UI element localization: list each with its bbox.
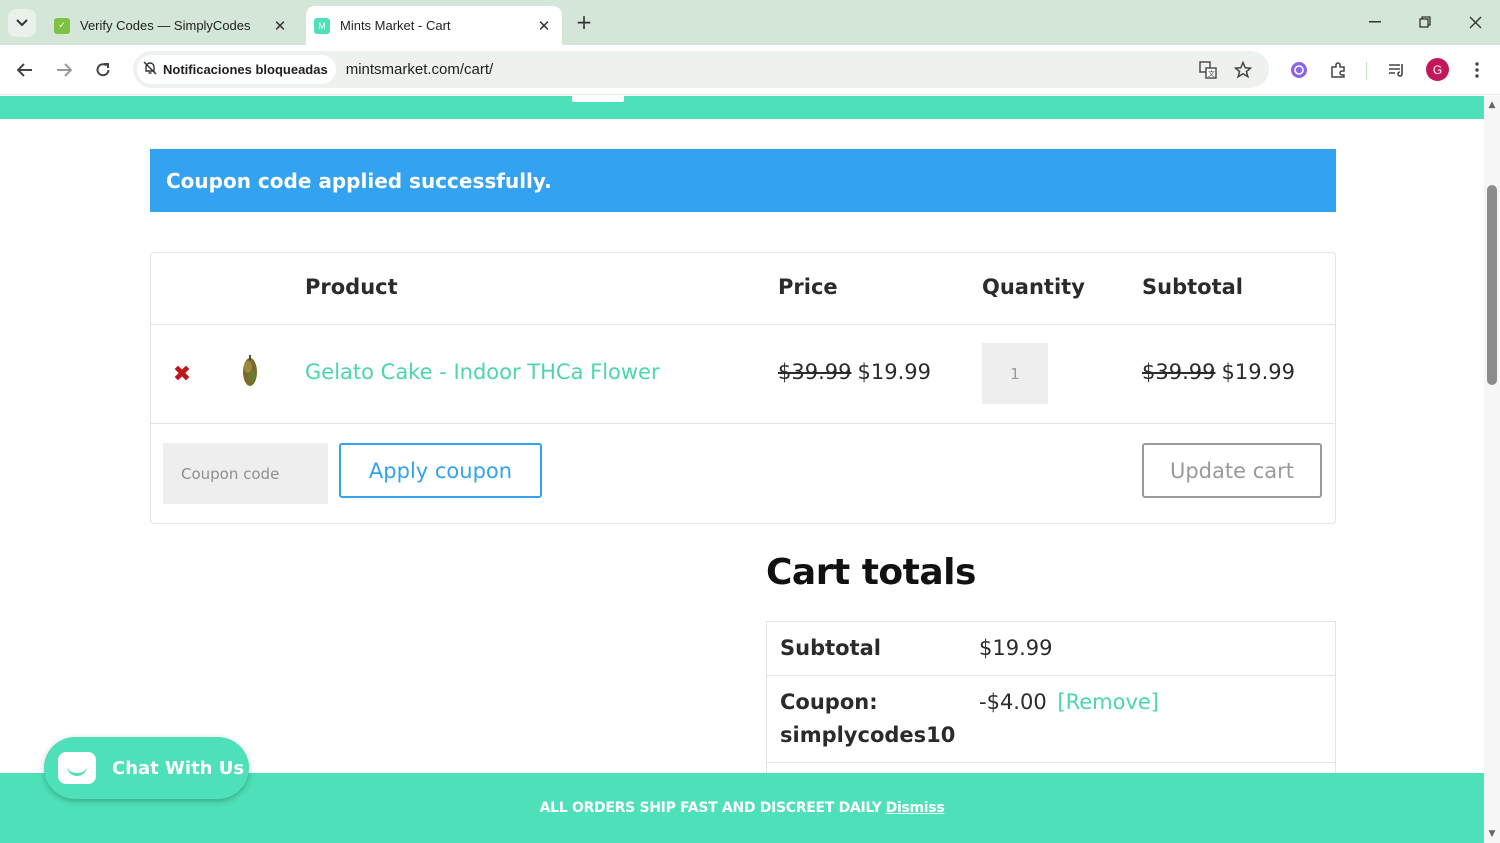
arrow-left-icon [17,63,32,77]
scroll-up-icon[interactable]: ▲ [1484,98,1500,112]
tab-title: Mints Market - Cart [340,18,451,33]
subtotal-label: Subtotal [780,636,881,660]
chat-bubble-icon [58,752,96,784]
item-subtotal: $39.99 $19.99 [1142,360,1295,384]
product-thumbnail[interactable] [239,353,261,389]
scrollbar-thumb[interactable] [1487,185,1497,385]
price-sale: $19.99 [857,360,931,384]
media-controls-icon[interactable] [1385,58,1409,82]
store-notice-text: ALL ORDERS SHIP FAST AND DISCREET DAILY [539,800,882,816]
coupon-label-line1: Coupon: [780,690,878,714]
simplycodes-favicon: ✓ [54,17,70,34]
svg-text:文: 文 [1208,69,1215,78]
minimize-icon [1369,21,1381,23]
coupon-code-input[interactable]: Coupon code [163,443,328,504]
scroll-down-icon[interactable]: ▼ [1484,827,1500,841]
cart-totals-title: Cart totals [766,552,976,593]
notifications-chip-label: Notificaciones bloqueadas [163,62,328,77]
tab-title: Verify Codes — SimplyCodes [80,18,251,33]
page-scrollbar[interactable]: ▲ ▼ [1484,96,1500,843]
arrow-right-icon [57,63,72,77]
more-menu-icon[interactable] [1465,58,1489,82]
tab-search-button[interactable] [8,9,36,37]
divider [767,762,1335,763]
subtotal-value: $19.99 [979,636,1053,660]
url-text[interactable]: mintsmarket.com/cart/ [346,61,494,78]
dismiss-link[interactable]: Dismiss [886,800,945,816]
header-subtotal: Subtotal [1142,275,1243,299]
remove-coupon-link[interactable]: [Remove] [1057,690,1159,714]
star-icon[interactable] [1232,59,1254,81]
address-bar[interactable]: Notificaciones bloqueadas mintsmarket.co… [133,51,1269,88]
restore-button[interactable] [1410,8,1440,36]
page-viewport: Coupon code applied successfully. Produc… [0,96,1484,843]
close-icon[interactable]: ✕ [270,16,290,36]
apply-coupon-button[interactable]: Apply coupon [339,443,542,498]
chat-with-us-button[interactable]: Chat With Us [44,737,249,799]
minimize-button[interactable] [1360,8,1390,36]
product-name-link[interactable]: Gelato Cake - Indoor THCa Flower [305,360,660,384]
header-product: Product [305,275,398,299]
chat-label: Chat With Us [112,757,245,779]
header-price: Price [778,275,838,299]
coupon-discount-value: -$4.00 [979,690,1047,714]
coupon-label: Coupon: simplycodes10 [780,686,955,752]
toolbar-divider [1366,62,1367,80]
remove-item-icon[interactable]: ✖ [171,362,193,387]
update-cart-button[interactable]: Update cart [1142,443,1322,498]
puzzle-icon[interactable] [1327,58,1351,82]
tab-mints-market[interactable]: M Mints Market - Cart ✕ [306,6,562,45]
header-quantity: Quantity [982,275,1085,299]
quantity-input[interactable]: 1 [982,343,1048,404]
bell-off-icon [143,61,157,78]
coupon-success-notice: Coupon code applied successfully. [150,149,1336,212]
extension-simplycodes-icon[interactable] [1287,58,1311,82]
subtotal-original: $39.99 [1142,360,1216,384]
site-logo[interactable] [572,96,624,102]
reload-icon [96,63,110,77]
back-button[interactable] [10,55,40,85]
forward-button[interactable] [49,55,79,85]
browser-toolbar: Notificaciones bloqueadas mintsmarket.co… [0,45,1500,95]
close-icon[interactable]: ✕ [534,16,554,36]
close-window-button[interactable] [1460,8,1490,36]
profile-avatar[interactable]: G [1426,58,1449,81]
notifications-blocked-chip[interactable]: Notificaciones bloqueadas [137,55,336,84]
cart-table: Product Price Quantity Subtotal ✖ Gelato… [150,252,1336,524]
chevron-down-icon [16,19,28,27]
site-header [0,96,1484,119]
new-tab-button[interactable]: + [572,10,596,34]
browser-tab-strip: ✓ Verify Codes — SimplyCodes ✕ M Mints M… [0,0,1500,45]
item-price: $39.99 $19.99 [778,360,931,384]
price-original: $39.99 [778,360,852,384]
coupon-code-name: simplycodes10 [780,723,956,747]
divider [767,675,1335,676]
divider [151,324,1335,325]
restore-icon [1419,16,1431,28]
mints-favicon: M [314,17,330,34]
divider [151,423,1335,424]
tab-simplycodes[interactable]: ✓ Verify Codes — SimplyCodes ✕ [46,6,298,45]
reload-button[interactable] [88,55,118,85]
subtotal-sale: $19.99 [1221,360,1295,384]
close-icon [1469,16,1481,28]
translate-icon[interactable]: 文 [1197,59,1219,81]
coupon-discount: -$4.00 [Remove] [979,686,1159,719]
